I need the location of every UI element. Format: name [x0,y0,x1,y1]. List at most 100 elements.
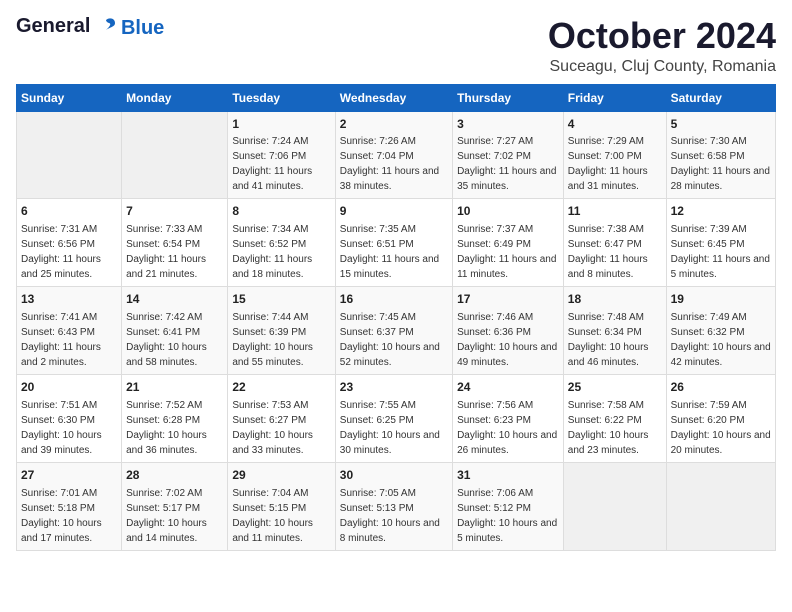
calendar-cell: 30Sunrise: 7:05 AMSunset: 5:13 PMDayligh… [335,462,452,550]
page-header: General Blue October 2024 Suceagu, Cluj … [16,16,776,76]
calendar-cell: 24 Sunrise: 7:56 AMSunset: 6:23 PMDayligh… [453,374,564,462]
calendar-cell: 20 Sunrise: 7:51 AMSunset: 6:30 PMDayligh… [17,374,122,462]
cell-content: Sunrise: 7:44 AMSunset: 6:39 PMDaylight:… [232,310,330,370]
day-number: 25 [568,379,662,396]
cell-content: Sunrise: 7:38 AMSunset: 6:47 PMDaylight:… [568,222,662,282]
calendar-cell [666,462,775,550]
calendar-cell: 31 Sunrise: 7:06 AMSunset: 5:12 PMDayligh… [453,462,564,550]
cell-content: Sunrise: 7:52 AMSunset: 6:28 PMDaylight:… [126,398,223,458]
week-row-5: 27Sunrise: 7:01 AMSunset: 5:18 PMDayligh… [17,462,776,550]
calendar-cell: 7Sunrise: 7:33 AMSunset: 6:54 PMDaylight… [122,199,228,287]
day-number: 4 [568,116,662,133]
day-number: 5 [671,116,771,133]
day-number: 20 [21,379,117,396]
weekday-header-wednesday: Wednesday [335,84,452,111]
logo-blue: Blue [121,18,164,38]
calendar-cell: 28Sunrise: 7:02 AMSunset: 5:17 PMDayligh… [122,462,228,550]
calendar-cell: 27Sunrise: 7:01 AMSunset: 5:18 PMDayligh… [17,462,122,550]
day-number: 29 [232,467,330,484]
cell-content: Sunrise: 7:30 AMSunset: 6:58 PMDaylight:… [671,134,771,194]
location-title: Suceagu, Cluj County, Romania [548,58,776,76]
calendar-cell: 1Sunrise: 7:24 AMSunset: 7:06 PMDaylight… [228,111,335,199]
cell-content: Sunrise: 7:27 AMSunset: 7:02 PMDaylight:… [457,134,559,194]
cell-content: Sunrise: 7:29 AMSunset: 7:00 PMDaylight:… [568,134,662,194]
day-number: 26 [671,379,771,396]
day-number: 8 [232,203,330,220]
day-number: 17 [457,291,559,308]
cell-content: Sunrise: 7:26 AMSunset: 7:04 PMDaylight:… [340,134,448,194]
day-number: 16 [340,291,448,308]
day-number: 9 [340,203,448,220]
week-row-2: 6 Sunrise: 7:31 AMSunset: 6:56 PMDaylight… [17,199,776,287]
cell-content: Sunrise: 7:46 AMSunset: 6:36 PMDaylight:… [457,310,559,370]
day-number: 2 [340,116,448,133]
calendar-cell: 13Sunrise: 7:41 AMSunset: 6:43 PMDayligh… [17,287,122,375]
cell-content: Sunrise: 7:48 AMSunset: 6:34 PMDaylight:… [568,310,662,370]
cell-content: Sunrise: 7:04 AMSunset: 5:15 PMDaylight:… [232,486,330,546]
cell-content: Sunrise: 7:53 AMSunset: 6:27 PMDaylight:… [232,398,330,458]
day-number: 21 [126,379,223,396]
weekday-header-tuesday: Tuesday [228,84,335,111]
day-number: 30 [340,467,448,484]
calendar-cell: 10 Sunrise: 7:37 AMSunset: 6:49 PMDayligh… [453,199,564,287]
weekday-header-row: SundayMondayTuesdayWednesdayThursdayFrid… [17,84,776,111]
calendar-cell: 19 Sunrise: 7:49 AMSunset: 6:32 PMDayligh… [666,287,775,375]
day-number: 15 [232,291,330,308]
weekday-header-sunday: Sunday [17,84,122,111]
calendar-cell: 11 Sunrise: 7:38 AMSunset: 6:47 PMDayligh… [563,199,666,287]
cell-content: Sunrise: 7:58 AMSunset: 6:22 PMDaylight:… [568,398,662,458]
day-number: 12 [671,203,771,220]
calendar-cell: 12 Sunrise: 7:39 AMSunset: 6:45 PMDayligh… [666,199,775,287]
calendar-cell: 25 Sunrise: 7:58 AMSunset: 6:22 PMDayligh… [563,374,666,462]
day-number: 27 [21,467,117,484]
day-number: 31 [457,467,559,484]
day-number: 10 [457,203,559,220]
calendar-cell: 14Sunrise: 7:42 AMSunset: 6:41 PMDayligh… [122,287,228,375]
calendar-cell: 16 Sunrise: 7:45 AMSunset: 6:37 PMDayligh… [335,287,452,375]
day-number: 19 [671,291,771,308]
day-number: 28 [126,467,223,484]
calendar-cell [563,462,666,550]
calendar-cell: 26 Sunrise: 7:59 AMSunset: 6:20 PMDayligh… [666,374,775,462]
cell-content: Sunrise: 7:37 AMSunset: 6:49 PMDaylight:… [457,222,559,282]
calendar-cell: 5Sunrise: 7:30 AMSunset: 6:58 PMDaylight… [666,111,775,199]
cell-content: Sunrise: 7:45 AMSunset: 6:37 PMDaylight:… [340,310,448,370]
day-number: 3 [457,116,559,133]
cell-content: Sunrise: 7:51 AMSunset: 6:30 PMDaylight:… [21,398,117,458]
calendar-cell [17,111,122,199]
cell-content: Sunrise: 7:59 AMSunset: 6:20 PMDaylight:… [671,398,771,458]
day-number: 22 [232,379,330,396]
logo-general: General [16,15,90,37]
calendar-cell: 6 Sunrise: 7:31 AMSunset: 6:56 PMDaylight… [17,199,122,287]
cell-content: Sunrise: 7:55 AMSunset: 6:25 PMDaylight:… [340,398,448,458]
calendar-cell: 17 Sunrise: 7:46 AMSunset: 6:36 PMDayligh… [453,287,564,375]
month-title: October 2024 [548,16,776,56]
day-number: 11 [568,203,662,220]
day-number: 24 [457,379,559,396]
day-number: 23 [340,379,448,396]
calendar-cell: 21 Sunrise: 7:52 AMSunset: 6:28 PMDayligh… [122,374,228,462]
weekday-header-saturday: Saturday [666,84,775,111]
week-row-4: 20 Sunrise: 7:51 AMSunset: 6:30 PMDayligh… [17,374,776,462]
cell-content: Sunrise: 7:33 AMSunset: 6:54 PMDaylight:… [126,222,223,282]
cell-content: Sunrise: 7:31 AMSunset: 6:56 PMDaylight:… [21,222,117,282]
day-number: 18 [568,291,662,308]
week-row-3: 13Sunrise: 7:41 AMSunset: 6:43 PMDayligh… [17,287,776,375]
weekday-header-monday: Monday [122,84,228,111]
cell-content: Sunrise: 7:56 AMSunset: 6:23 PMDaylight:… [457,398,559,458]
cell-content: Sunrise: 7:42 AMSunset: 6:41 PMDaylight:… [126,310,223,370]
calendar-cell: 22 Sunrise: 7:53 AMSunset: 6:27 PMDayligh… [228,374,335,462]
calendar-cell: 29 Sunrise: 7:04 AMSunset: 5:15 PMDayligh… [228,462,335,550]
calendar-cell: 18 Sunrise: 7:48 AMSunset: 6:34 PMDayligh… [563,287,666,375]
calendar-cell: 2Sunrise: 7:26 AMSunset: 7:04 PMDaylight… [335,111,452,199]
day-number: 6 [21,203,117,220]
cell-content: Sunrise: 7:49 AMSunset: 6:32 PMDaylight:… [671,310,771,370]
cell-content: Sunrise: 7:39 AMSunset: 6:45 PMDaylight:… [671,222,771,282]
weekday-header-friday: Friday [563,84,666,111]
cell-content: Sunrise: 7:06 AMSunset: 5:12 PMDaylight:… [457,486,559,546]
calendar-cell: 8Sunrise: 7:34 AMSunset: 6:52 PMDaylight… [228,199,335,287]
calendar-table: SundayMondayTuesdayWednesdayThursdayFrid… [16,84,776,551]
title-section: October 2024 Suceagu, Cluj County, Roman… [548,16,776,76]
cell-content: Sunrise: 7:24 AMSunset: 7:06 PMDaylight:… [232,134,330,194]
calendar-cell: 23 Sunrise: 7:55 AMSunset: 6:25 PMDayligh… [335,374,452,462]
